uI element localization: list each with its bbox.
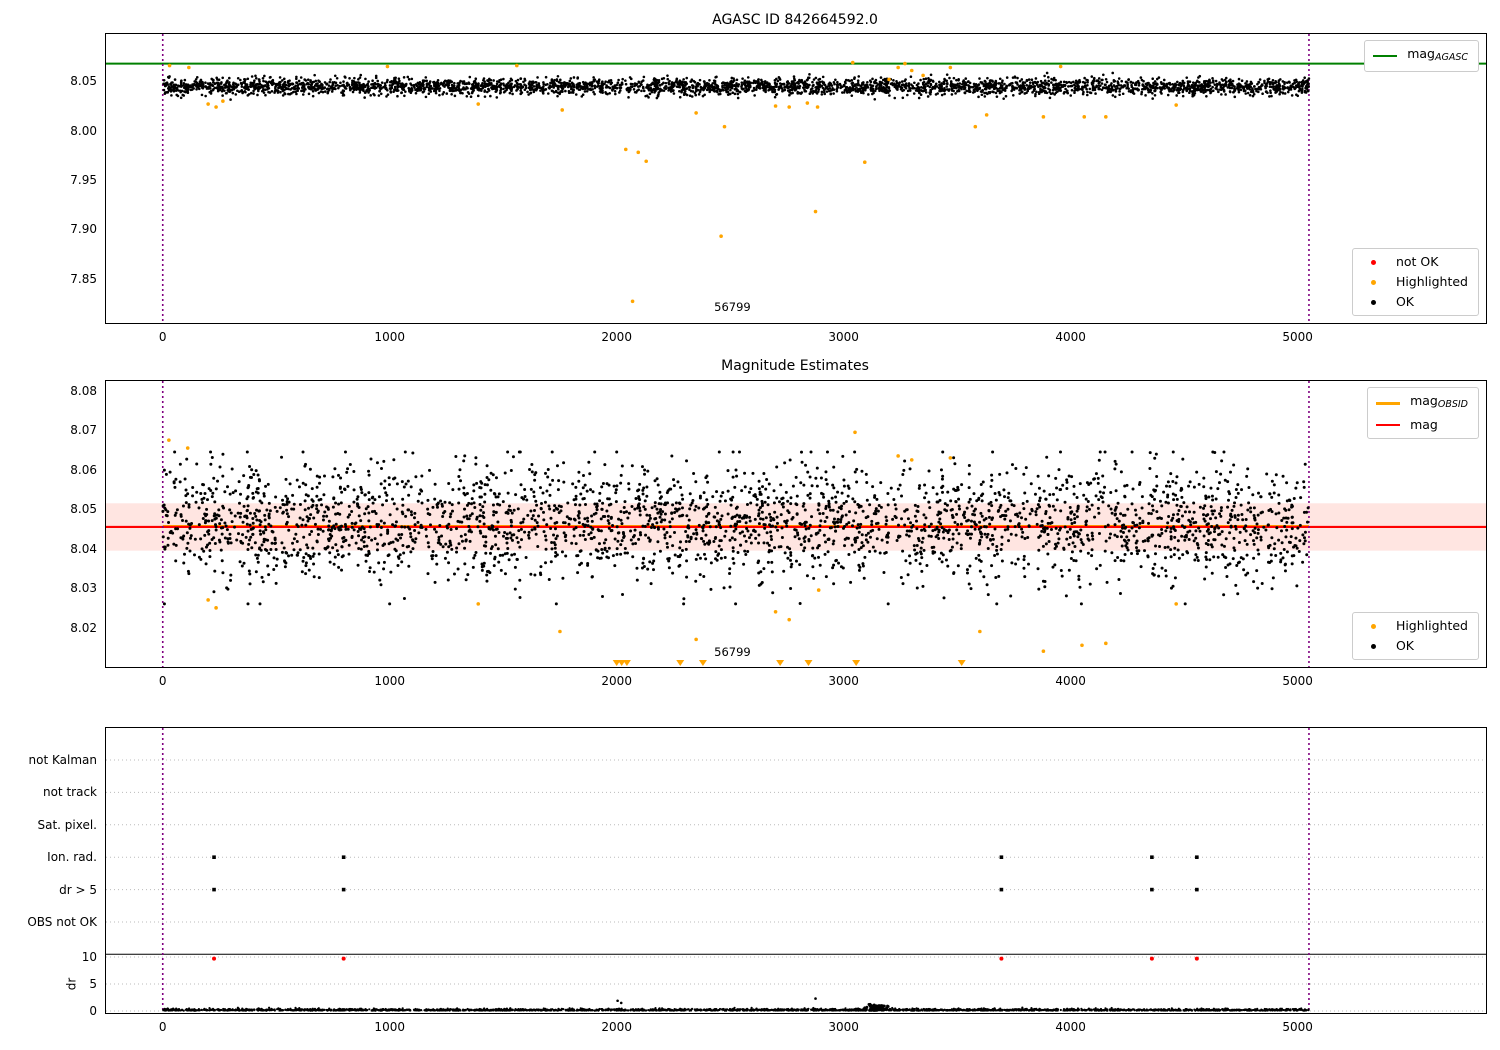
legend-dot-swatch [1370,643,1376,649]
legend-entry: not OK [1361,254,1468,270]
legend-dot-swatch [1370,623,1376,629]
x-tick-label: 3000 [828,1020,859,1034]
y-tick-label: 7.95 [70,172,97,187]
flag-row-label: Ion. rad. [47,850,97,865]
plot1-legend-mag-agasc: magAGASC [1364,40,1479,72]
y-tick-label: 8.04 [70,541,97,556]
flag-row-label: Sat. pixel. [37,817,97,832]
x-tick-label: 4000 [1055,1020,1086,1034]
plot3-y-axis: not Kalman not track Sat. pixel. Ion. rad. d… [6,728,106,1018]
y-tick-label: 8.03 [70,581,97,596]
legend-label: OK [1395,638,1414,653]
flag-row-label: not track [42,785,97,800]
legend-line-swatch [1376,401,1401,405]
plot2-title: Magnitude Estimates [721,358,869,374]
legend-dot-swatch [1370,299,1376,305]
x-tick-label: 0 [158,1020,167,1034]
flag-row-label: dr > 5 [59,882,97,897]
plot3-axes: 0 1000 2000 3000 4000 5000 not Kalman not trac… [27,727,1487,1034]
legend-dot-swatch [1370,279,1376,285]
plot1-y-axis: 8.05 8.00 7.95 7.90 7.85 [6,34,106,323]
x-tick-label: 3000 [828,330,859,344]
legend-entry: Highlighted [1361,274,1468,290]
plot1-canvas [106,34,1486,323]
y-tick-label: 7.90 [70,222,97,237]
plot1-x-axis: 0 1000 2000 3000 4000 5000 [106,323,1486,347]
y-tick-label: 8.05 [70,502,97,517]
legend-label: magAGASC [1407,46,1468,63]
x-tick-label: 3000 [828,674,859,688]
legend-label: Highlighted [1395,618,1468,633]
legend-dot-swatch [1370,259,1376,265]
y-tick-label: 8.08 [70,383,97,398]
x-tick-label: 5000 [1282,674,1313,688]
x-tick-label: 0 [158,330,167,344]
y-tick-label: 8.02 [70,620,97,635]
y-tick-label: 8.07 [70,423,97,438]
x-tick-label: 1000 [374,1020,405,1034]
dr-axis-label: dr [65,977,79,991]
legend-entry: OK [1361,294,1468,310]
plot2-annotation: 56799 [714,645,751,659]
x-tick-label: 4000 [1055,330,1086,344]
legend-label: magOBSID [1410,393,1468,410]
x-tick-label: 2000 [601,330,632,344]
legend-label: mag [1410,417,1438,432]
legend-entry: OK [1361,638,1468,654]
plot2-legend-point-types: Highlighted OK [1351,612,1479,660]
x-tick-label: 1000 [374,330,405,344]
plot1-axes: 56799 magAGASC not OK Highlighted OK 0 1000… [70,33,1487,344]
y-tick-label: 7.85 [70,271,97,286]
dr-tick-label: 0 [89,1004,97,1018]
legend-entry: mag [1376,417,1468,433]
x-tick-label: 5000 [1282,1020,1313,1034]
plot2-axes: 56799 magOBSID mag Highlighted OK 0 1000 200… [70,380,1487,688]
flag-row-label: not Kalman [28,753,97,767]
flag-row-label: OBS not OK [27,915,97,929]
legend-line-swatch [1376,424,1401,426]
legend-entry: magAGASC [1373,46,1468,66]
x-tick-label: 0 [158,674,167,688]
plot3-canvas [106,728,1486,1013]
y-tick-label: 8.05 [70,74,97,89]
plot1-legend-point-types: not OK Highlighted OK [1351,248,1479,316]
legend-label: Highlighted [1395,274,1468,289]
figure: AGASC ID 842664592.0 Magnitude Estimates… [0,0,1500,1050]
x-tick-label: 1000 [374,674,405,688]
x-tick-label: 5000 [1282,330,1313,344]
legend-entry: Highlighted [1361,618,1468,634]
plot2-x-axis: 0 1000 2000 3000 4000 5000 [106,667,1486,691]
y-tick-label: 8.06 [70,462,97,477]
dr-tick-label: 5 [89,977,97,991]
plot2-canvas [106,381,1486,667]
x-tick-label: 2000 [601,674,632,688]
x-tick-label: 4000 [1055,674,1086,688]
plot2-y-axis: 8.08 8.07 8.06 8.05 8.04 8.03 8.02 [6,381,106,667]
dr-tick-label: 10 [81,950,97,964]
legend-label: OK [1395,294,1414,309]
y-tick-label: 8.00 [70,123,97,138]
legend-entry: magOBSID [1376,393,1468,413]
plot3-x-axis: 0 1000 2000 3000 4000 5000 [106,1013,1486,1037]
plot1-title: AGASC ID 842664592.0 [712,12,878,28]
plot1-annotation: 56799 [714,300,751,315]
plot2-legend-mag-lines: magOBSID mag [1367,387,1479,439]
legend-line-swatch [1373,55,1398,57]
x-tick-label: 2000 [601,1020,632,1034]
legend-label: not OK [1395,254,1439,269]
